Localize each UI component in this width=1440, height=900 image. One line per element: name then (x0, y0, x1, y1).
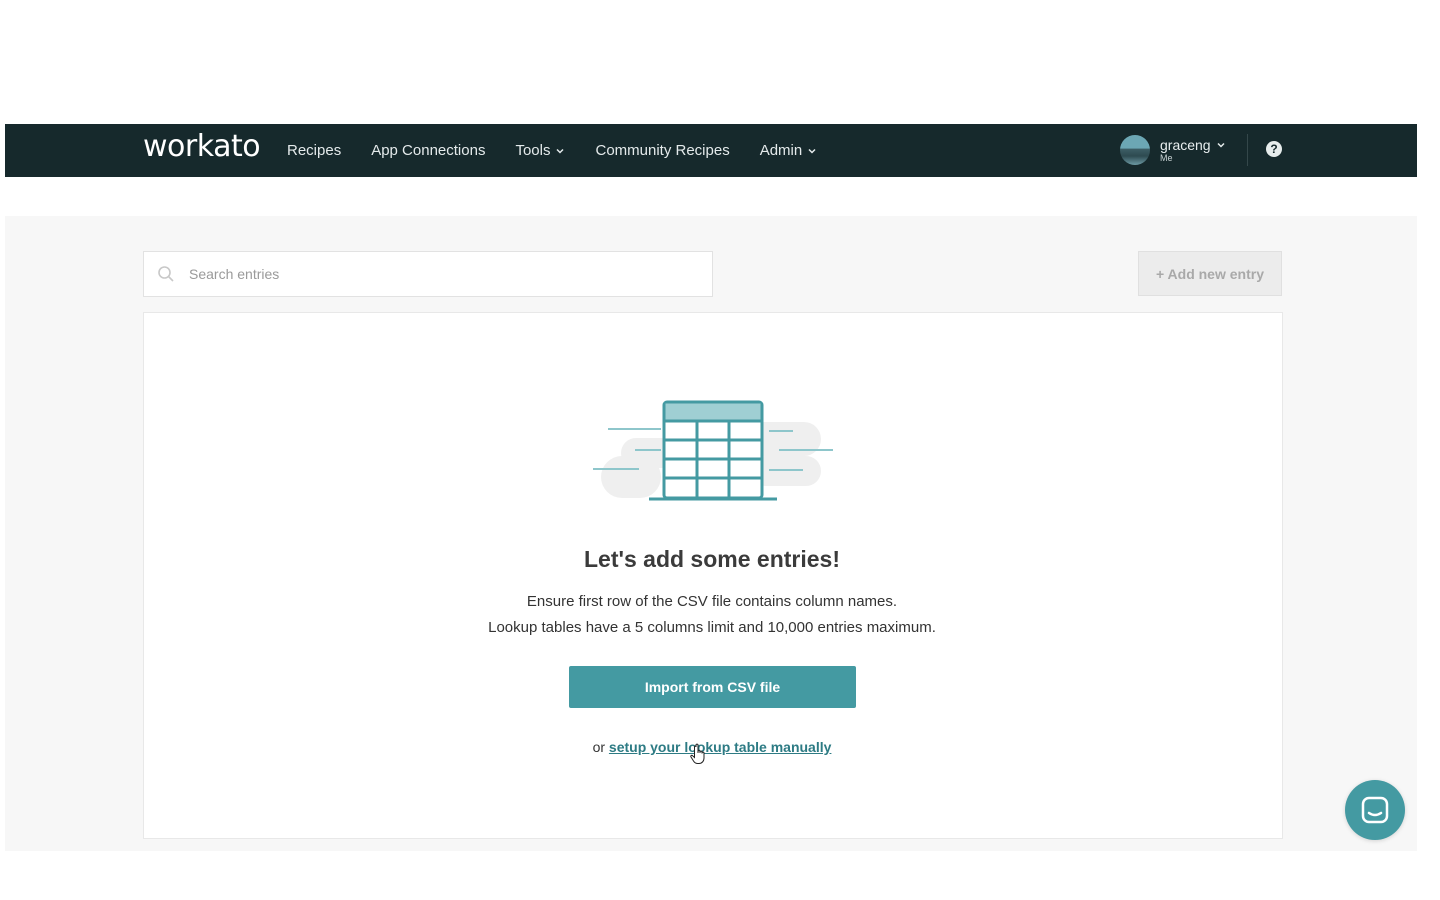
nav-tools-label: Tools (515, 142, 551, 159)
import-csv-button[interactable]: Import from CSV file (569, 666, 856, 708)
table-illustration-icon (593, 400, 833, 501)
user-name: graceng (1160, 136, 1211, 153)
nav-admin[interactable]: Admin (760, 142, 818, 159)
avatar (1120, 135, 1150, 165)
chevron-down-icon (556, 148, 565, 154)
manual-setup-line: or setup your lookup table manually (0, 739, 1424, 755)
search-box[interactable] (143, 251, 713, 297)
help-icon[interactable]: ? (1266, 141, 1282, 157)
chat-launcher-button[interactable] (1345, 780, 1405, 840)
search-icon (158, 266, 174, 282)
user-menu[interactable]: graceng Me (1120, 132, 1226, 168)
chat-icon (1361, 796, 1389, 824)
setup-manually-link[interactable]: setup your lookup table manually (609, 739, 831, 755)
nav-app-connections[interactable]: App Connections (371, 142, 485, 159)
empty-state-heading: Let's add some entries! (584, 546, 840, 572)
nav-divider (1247, 134, 1248, 166)
empty-state-line-2: Lookup tables have a 5 columns limit and… (488, 619, 936, 636)
chevron-down-icon (1217, 142, 1225, 148)
nav-tools[interactable]: Tools (515, 142, 565, 159)
user-text: graceng Me (1160, 136, 1226, 163)
nav-community-recipes[interactable]: Community Recipes (595, 142, 729, 159)
nav-admin-label: Admin (759, 142, 803, 159)
empty-state-panel (143, 312, 1283, 839)
search-input[interactable] (187, 265, 691, 283)
nav-links: Recipes App Connections Tools Community … (287, 124, 847, 177)
top-navbar: workato Recipes App Connections Tools Co… (5, 124, 1417, 177)
hand-cursor-icon (690, 743, 705, 764)
user-subtitle: Me (1160, 152, 1173, 163)
or-text: or (592, 739, 606, 755)
nav-recipes-label: Recipes (287, 142, 342, 159)
empty-state-line-1: Ensure first row of the CSV file contain… (526, 593, 898, 610)
add-new-entry-button[interactable]: + Add new entry (1138, 251, 1282, 296)
workato-logo[interactable]: workato (143, 129, 261, 164)
nav-recipes[interactable]: Recipes (287, 142, 341, 159)
chevron-down-icon (808, 148, 816, 154)
nav-app-connections-label: App Connections (371, 142, 486, 159)
nav-community-recipes-label: Community Recipes (595, 142, 730, 159)
